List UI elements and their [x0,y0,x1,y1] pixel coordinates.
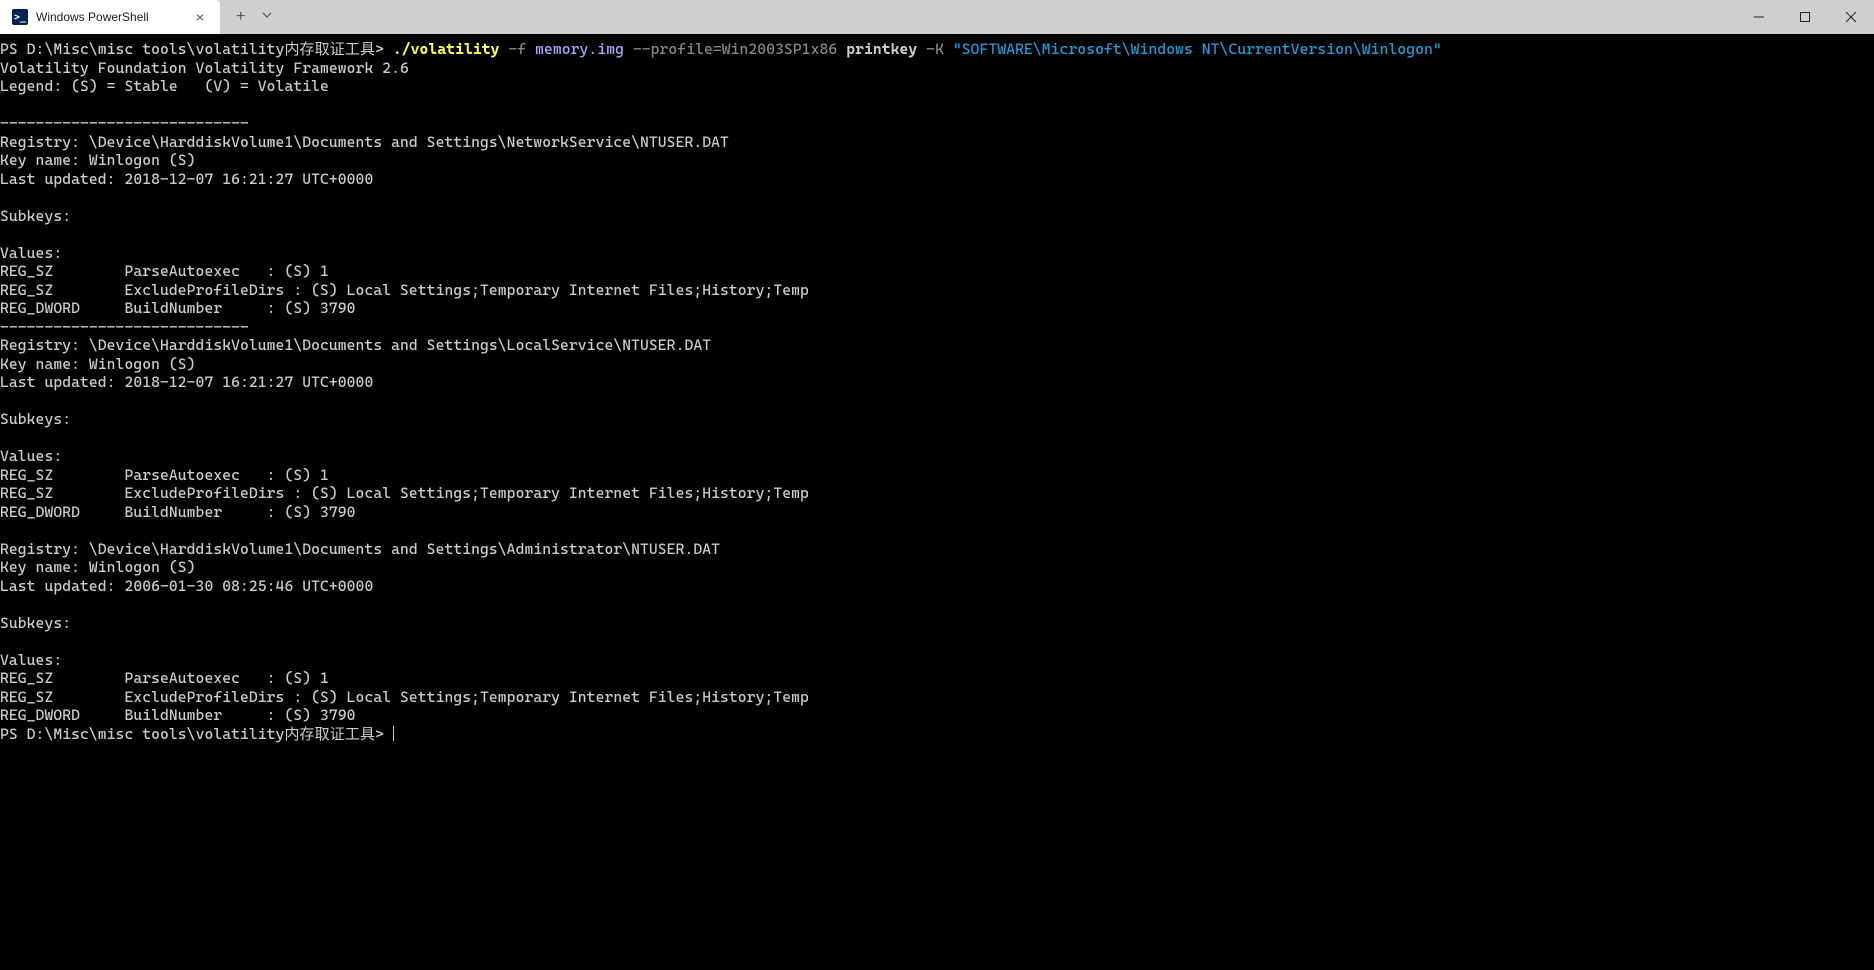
output-values-1: Values: [0,447,62,465]
cmd-executable: ./volatility [393,40,500,58]
prompt-cwd: D:\Misc\misc tools\volatility内存取证工具 [27,40,375,58]
output-value-1-3: REG_DWORD BuildNumber : (S) 3790 [0,503,356,521]
cmd-arg-file: memory.img [535,40,624,58]
output-value-2-2: REG_SZ ExcludeProfileDirs : (S) Local Se… [0,688,809,706]
output-legend: Legend: (S) = Stable (V) = Volatile [0,77,329,95]
maximize-button[interactable] [1782,0,1828,34]
output-subkeys-0: Subkeys: [0,207,71,225]
close-window-button[interactable] [1828,0,1874,34]
terminal-cursor [393,726,394,741]
output-value-0-2: REG_SZ ExcludeProfileDirs : (S) Local Se… [0,281,809,299]
output-updated-0: Last updated: 2018-12-07 16:21:27 UTC+00… [0,170,373,188]
window-controls [1736,0,1874,34]
output-value-0-1: REG_SZ ParseAutoexec : (S) 1 [0,262,329,280]
prompt-cwd: D:\Misc\misc tools\volatility内存取证工具 [27,725,375,743]
output-subkeys-2: Subkeys: [0,614,71,632]
output-keyname-1: Key name: Winlogon (S) [0,355,196,373]
cmd-flag-profile: --profile=Win2003SP1x86 [633,40,837,58]
output-separator: ---------------------------- [0,318,249,336]
prompt-ps: PS [0,40,27,58]
output-registry-1: Registry: \Device\HarddiskVolume1\Docume… [0,336,711,354]
new-tab-button[interactable]: + [236,8,245,26]
tab-dropdown-button[interactable] [261,8,273,26]
tab-title: Windows PowerShell [36,10,184,24]
output-value-1-2: REG_SZ ExcludeProfileDirs : (S) Local Se… [0,484,809,502]
output-keyname-0: Key name: Winlogon (S) [0,151,196,169]
close-tab-button[interactable]: × [192,9,208,25]
output-values-2: Values: [0,651,62,669]
tab-powershell[interactable]: >_ Windows PowerShell × [0,0,220,34]
output-updated-1: Last updated: 2018-12-07 16:21:27 UTC+00… [0,373,373,391]
terminal-output[interactable]: PS D:\Misc\misc tools\volatility内存取证工具> … [0,34,1874,970]
titlebar: >_ Windows PowerShell × + [0,0,1874,34]
output-banner: Volatility Foundation Volatility Framewo… [0,59,409,77]
cmd-flag-f: -f [508,40,526,58]
output-keyname-2: Key name: Winlogon (S) [0,558,196,576]
output-value-0-3: REG_DWORD BuildNumber : (S) 3790 [0,299,356,317]
minimize-button[interactable] [1736,0,1782,34]
prompt-ps: PS [0,725,27,743]
output-value-2-1: REG_SZ ParseAutoexec : (S) 1 [0,669,329,687]
output-separator: ---------------------------- [0,114,249,132]
output-subkeys-1: Subkeys: [0,410,71,428]
tab-strip-controls: + [220,0,273,34]
output-value-1-1: REG_SZ ParseAutoexec : (S) 1 [0,466,329,484]
output-values-0: Values: [0,244,62,262]
cmd-flag-k: -K [926,40,944,58]
powershell-icon: >_ [12,9,28,25]
prompt-gt: > [375,725,393,743]
output-updated-2: Last updated: 2006-01-30 08:25:46 UTC+00… [0,577,373,595]
cmd-key-string: "SOFTWARE\Microsoft\Windows NT\CurrentVe… [953,40,1442,58]
prompt-gt: > [375,40,393,58]
output-registry-2: Registry: \Device\HarddiskVolume1\Docume… [0,540,720,558]
output-registry-0: Registry: \Device\HarddiskVolume1\Docume… [0,133,729,151]
cmd-subcommand: printkey [846,40,917,58]
output-value-2-3: REG_DWORD BuildNumber : (S) 3790 [0,706,356,724]
